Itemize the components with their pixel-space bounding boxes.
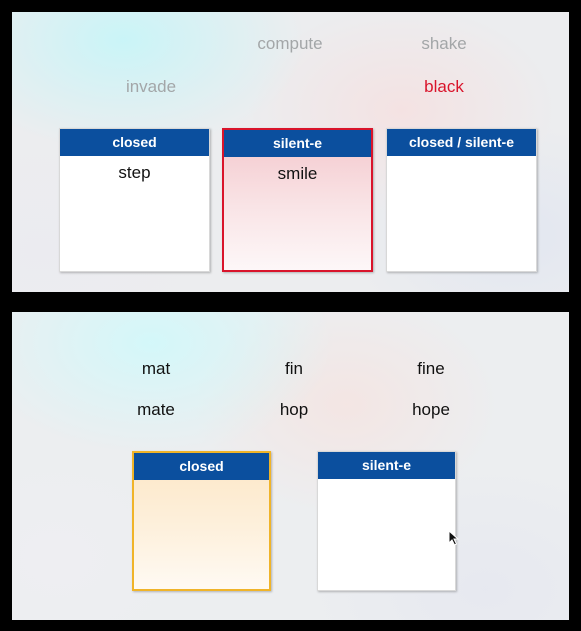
sort-box-silent-e[interactable]: silent-e: [317, 451, 456, 591]
sorting-panel-2: mat fin fine mate hop hope closed silent…: [12, 312, 569, 620]
word-card-invade[interactable]: invade: [91, 77, 211, 97]
sort-box-closed[interactable]: closed step: [59, 128, 210, 272]
word-card-shake[interactable]: shake: [384, 34, 504, 54]
word-card-compute[interactable]: compute: [230, 34, 350, 54]
word-card-hope[interactable]: hope: [371, 400, 491, 420]
sort-box-closed[interactable]: closed: [132, 451, 271, 591]
word-card-fine[interactable]: fine: [371, 359, 491, 379]
mouse-pointer-icon: [448, 530, 460, 546]
sorting-panel-1: compute shake invade black closed step s…: [12, 12, 569, 292]
sorted-word-step[interactable]: step: [60, 160, 209, 186]
sorted-word-smile[interactable]: smile: [224, 161, 371, 187]
word-card-black[interactable]: black: [384, 77, 504, 97]
sort-box-header: silent-e: [224, 130, 371, 157]
word-card-mate[interactable]: mate: [96, 400, 216, 420]
sort-box-header: closed: [60, 129, 209, 156]
sort-box-header: closed: [134, 453, 269, 480]
sort-box-silent-e[interactable]: silent-e smile: [222, 128, 373, 272]
sort-box-header: closed / silent-e: [387, 129, 536, 156]
sort-box-closed-silent-e[interactable]: closed / silent-e: [386, 128, 537, 272]
word-card-fin[interactable]: fin: [234, 359, 354, 379]
sort-box-header: silent-e: [318, 452, 455, 479]
word-card-hop[interactable]: hop: [234, 400, 354, 420]
word-card-mat[interactable]: mat: [96, 359, 216, 379]
